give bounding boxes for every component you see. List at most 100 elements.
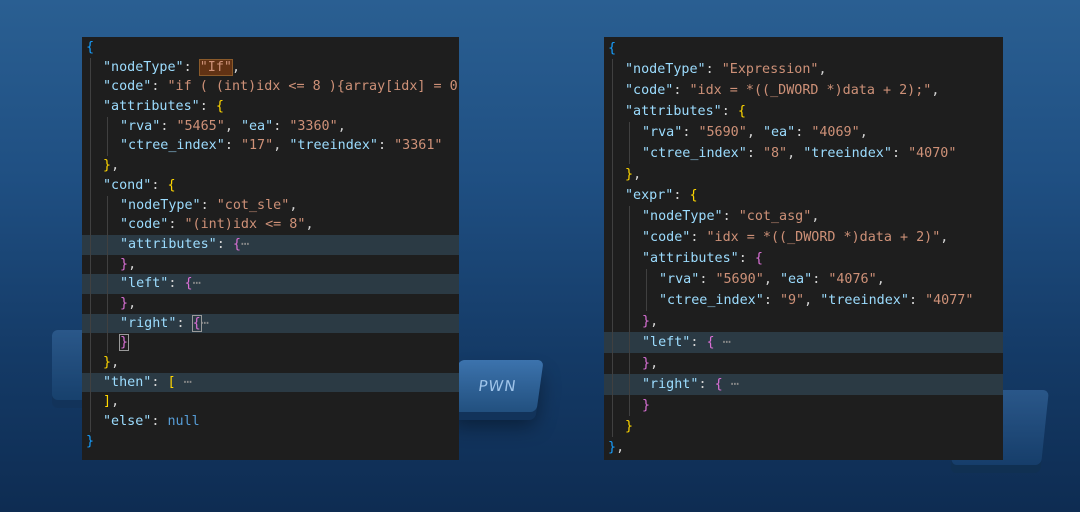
indent-guide: [103, 293, 120, 314]
code-line-folded[interactable]: "attributes": {⋯: [82, 234, 459, 255]
code-token: {: [86, 40, 95, 55]
code-token: :: [378, 138, 395, 154]
code-token: "attributes": [625, 104, 722, 119]
code-token: :: [151, 79, 168, 95]
code-line[interactable]: },: [82, 353, 459, 373]
code-line[interactable]: "else": null: [82, 412, 459, 432]
code-token: "ctree_index": [120, 138, 225, 154]
code-token: "3361": [394, 138, 443, 154]
code-token: :: [673, 188, 690, 203]
code-token: ,: [787, 146, 804, 161]
code-token: ]: [103, 394, 112, 410]
indent-guide: [625, 353, 642, 374]
indent-guide: [103, 215, 120, 235]
code-line[interactable]: },: [82, 293, 459, 314]
indent-guide: [103, 333, 120, 353]
code-token: :: [699, 272, 716, 287]
indent-guide: [86, 333, 103, 353]
code-token: ,: [224, 118, 241, 134]
code-line[interactable]: "nodeType": "If",: [82, 57, 459, 78]
code-line[interactable]: },: [604, 164, 1003, 185]
code-line-folded[interactable]: "left": {⋯: [82, 274, 459, 294]
code-line[interactable]: },: [82, 156, 459, 176]
indent-guide: [625, 374, 642, 395]
code-line-folded[interactable]: "right": { ⋯: [604, 374, 1003, 395]
code-token: "4076": [828, 272, 877, 287]
code-token: "rva": [642, 125, 683, 140]
code-line[interactable]: },: [604, 437, 1003, 458]
indent-guide: [86, 57, 103, 78]
code-token: "right": [642, 377, 699, 392]
code-token: {: [737, 104, 746, 119]
code-token: }: [120, 256, 129, 272]
code-token: }: [103, 355, 112, 370]
indent-guide: [86, 353, 103, 373]
fold-ellipsis-icon[interactable]: ⋯: [241, 237, 249, 252]
indent-guide: [608, 227, 625, 248]
fold-ellipsis-icon[interactable]: ⋯: [731, 377, 739, 392]
indent-guide: [86, 116, 103, 137]
code-token: ,: [616, 440, 625, 455]
code-line[interactable]: "attributes": {: [604, 248, 1003, 269]
code-token: "then": [103, 374, 152, 390]
fold-ellipsis-icon[interactable]: ⋯: [201, 316, 209, 331]
code-token: }: [642, 314, 651, 329]
code-line[interactable]: "rva": "5690", "ea": "4076",: [604, 269, 1003, 290]
code-token: ,: [818, 62, 827, 77]
code-token: :: [151, 177, 168, 193]
code-line[interactable]: }: [82, 432, 459, 452]
code-line[interactable]: "code": "idx = *((_DWORD *)data + 2)",: [604, 227, 1003, 248]
fold-ellipsis-icon[interactable]: ⋯: [193, 276, 201, 291]
code-line[interactable]: }: [82, 333, 459, 353]
indent-guide: [608, 206, 625, 227]
code-line[interactable]: "ctree_index": "9", "treeindex": "4077": [604, 290, 1003, 311]
code-line[interactable]: }: [604, 395, 1003, 416]
fold-ellipsis-icon[interactable]: ⋯: [184, 375, 192, 390]
code-editor-right[interactable]: { "nodeType": "Expression", "code": "idx…: [604, 37, 1003, 460]
fold-ellipsis-icon[interactable]: ⋯: [723, 335, 731, 350]
code-line[interactable]: "rva": "5465", "ea": "3360",: [82, 116, 459, 137]
indent-guide: [608, 101, 625, 122]
code-token: {: [167, 177, 176, 193]
code-line[interactable]: "nodeType": "Expression",: [604, 59, 1003, 80]
indent-guide: [625, 311, 642, 332]
indent-guide: [86, 274, 103, 294]
indent-guide: [608, 185, 625, 206]
code-token: "4069": [811, 125, 860, 140]
indent-guide: [103, 313, 120, 334]
code-token: :: [812, 272, 829, 287]
code-token: :: [705, 62, 722, 77]
code-line-folded[interactable]: "right": {⋯: [82, 313, 459, 334]
code-token: :: [168, 276, 185, 292]
code-line[interactable]: }: [604, 416, 1003, 437]
code-token: "code": [120, 217, 169, 233]
code-line[interactable]: "nodeType": "cot_asg",: [604, 206, 1003, 227]
code-line[interactable]: "attributes": {: [604, 101, 1003, 122]
code-line[interactable]: "code": "(int)idx <= 8",: [82, 215, 459, 235]
code-token: }: [625, 419, 634, 434]
code-line[interactable]: "ctree_index": "17", "treeindex": "3361": [82, 136, 459, 156]
code-token: ,: [650, 314, 659, 329]
code-token: "else": [103, 414, 152, 430]
code-line[interactable]: "nodeType": "cot_sle",: [82, 195, 459, 216]
code-token: "4077": [925, 293, 974, 308]
code-line[interactable]: },: [604, 353, 1003, 374]
code-line[interactable]: "rva": "5690", "ea": "4069",: [604, 122, 1003, 143]
code-token: ,: [650, 356, 659, 371]
code-line[interactable]: ],: [82, 392, 459, 412]
code-line[interactable]: "expr": {: [604, 185, 1003, 206]
code-line[interactable]: {: [82, 38, 459, 58]
code-line[interactable]: "cond": {: [82, 175, 459, 196]
code-line[interactable]: {: [604, 38, 1003, 59]
code-editor-left[interactable]: { "nodeType": "If", "code": "if ( (int)i…: [82, 37, 459, 460]
code-line[interactable]: "ctree_index": "8", "treeindex": "4070": [604, 143, 1003, 164]
code-line[interactable]: "code": "if ( (int)idx <= 8 ){array[idx]…: [82, 77, 459, 97]
code-line[interactable]: },: [604, 311, 1003, 332]
code-line[interactable]: "attributes": {: [82, 97, 459, 117]
code-line-folded[interactable]: "then": [ ⋯: [82, 372, 459, 393]
code-line-folded[interactable]: "left": { ⋯: [604, 332, 1003, 353]
code-line[interactable]: },: [82, 254, 459, 275]
code-line[interactable]: "code": "idx = *((_DWORD *)data + 2);",: [604, 80, 1003, 101]
code-token: "idx = *((_DWORD *)data + 2)": [706, 230, 941, 245]
